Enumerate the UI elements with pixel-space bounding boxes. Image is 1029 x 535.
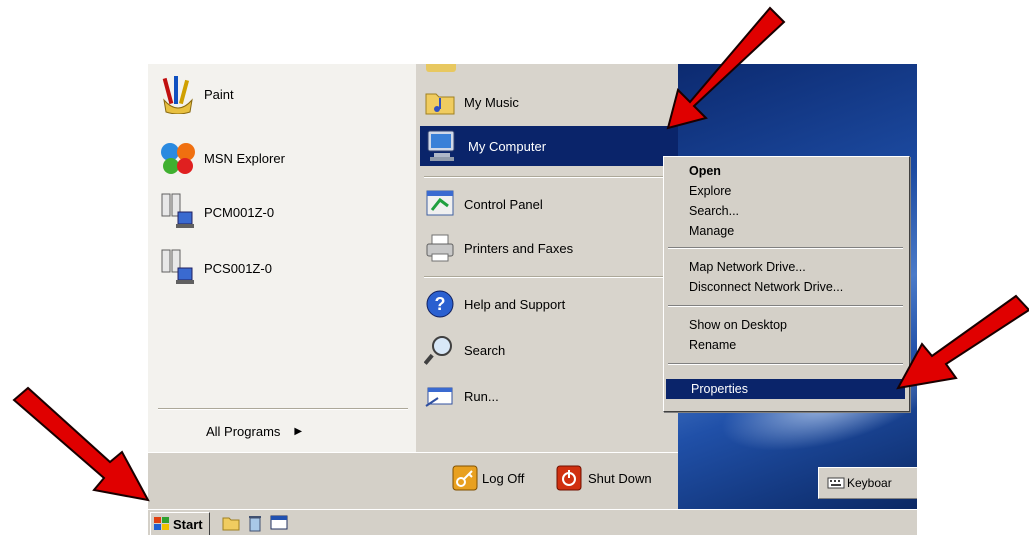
annotation-arrows-layer xyxy=(12,6,1029,502)
arrow-to-start-button xyxy=(12,386,150,502)
arrow-to-properties xyxy=(896,294,1029,390)
arrow-to-my-computer xyxy=(666,6,786,130)
